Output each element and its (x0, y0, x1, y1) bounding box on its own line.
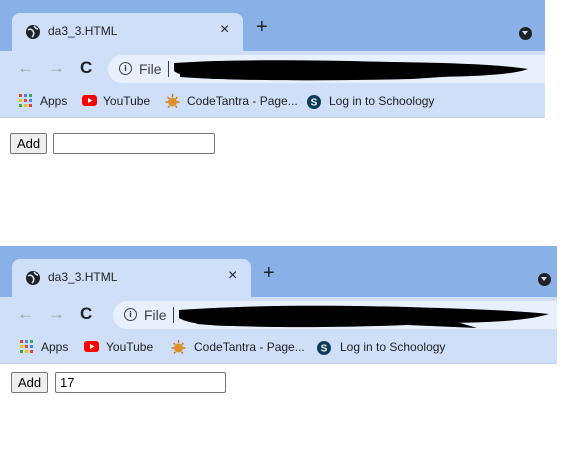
bookmark-label: Log in to Schoology (340, 340, 446, 354)
tab-search-icon[interactable] (519, 27, 532, 40)
bookmark-youtube[interactable]: YouTube (82, 94, 152, 110)
reload-icon[interactable]: C (80, 305, 92, 323)
bookmark-label: YouTube (106, 340, 154, 354)
bookmarks-bar: Apps YouTube CodeTantra - Page... S Log … (0, 87, 545, 118)
bookmark-label: Apps (41, 340, 69, 354)
bookmarks-bar: Apps YouTube CodeTantra - Page... S Log … (0, 333, 557, 364)
close-icon[interactable]: × (228, 267, 237, 285)
bookmark-apps[interactable]: Apps (19, 94, 71, 110)
screenshot-before: da3_3.HTML × + ← → C i File Apps YouTube… (0, 0, 545, 236)
info-icon[interactable]: i (124, 308, 137, 321)
close-icon[interactable]: × (220, 21, 229, 39)
svg-text:S: S (321, 344, 328, 355)
browser-toolbar: ← → C i File (0, 51, 545, 87)
add-button[interactable]: Add (10, 133, 48, 154)
address-bar[interactable]: i File (113, 301, 557, 329)
address-separator (173, 307, 174, 323)
schoology-icon: S (307, 94, 321, 112)
bookmark-codetantra[interactable]: CodeTantra - Page... (171, 340, 306, 356)
tab-strip: da3_3.HTML × + (0, 0, 545, 51)
info-icon[interactable]: i (119, 62, 132, 75)
bookmark-youtube[interactable]: YouTube (84, 340, 156, 356)
back-icon[interactable]: ← (17, 59, 34, 77)
bookmark-apps[interactable]: Apps (20, 340, 72, 356)
globe-icon (25, 24, 41, 45)
codetantra-icon (165, 94, 180, 112)
bookmark-schoology[interactable]: S Log in to Schoology (307, 94, 437, 110)
screenshot-after: da3_3.HTML × + ← → C i File Apps YouTube… (0, 246, 557, 474)
globe-icon (25, 270, 41, 291)
bookmark-label: YouTube (103, 94, 151, 108)
forward-icon[interactable]: → (48, 59, 65, 77)
tab-strip: da3_3.HTML × + (0, 246, 557, 297)
new-tab-button[interactable]: + (256, 17, 268, 37)
tab-search-icon[interactable] (538, 273, 551, 286)
address-bar[interactable]: i File (108, 55, 545, 83)
bookmark-label: Log in to Schoology (329, 94, 435, 108)
redaction-mark (179, 305, 549, 328)
number-input[interactable] (55, 372, 226, 393)
bookmark-label: Apps (40, 94, 68, 108)
bookmark-codetantra[interactable]: CodeTantra - Page... (165, 94, 298, 112)
apps-grid-icon (20, 340, 33, 356)
new-tab-button[interactable]: + (263, 263, 275, 283)
redaction-mark (174, 60, 528, 81)
svg-text:S: S (311, 98, 318, 109)
page-content: Add (0, 118, 545, 236)
bookmark-schoology[interactable]: S Log in to Schoology (317, 340, 452, 356)
back-icon[interactable]: ← (17, 305, 34, 323)
page-content: Add (0, 364, 557, 474)
apps-grid-icon (19, 94, 32, 110)
youtube-icon (84, 340, 99, 356)
forward-icon[interactable]: → (48, 305, 65, 323)
tab-title: da3_3.HTML (48, 24, 118, 38)
youtube-icon (82, 94, 97, 110)
browser-tab[interactable]: da3_3.HTML × (12, 13, 243, 51)
address-separator (168, 61, 169, 77)
add-button[interactable]: Add (11, 372, 49, 393)
browser-tab[interactable]: da3_3.HTML × (12, 259, 251, 297)
number-input[interactable] (53, 133, 215, 154)
address-scheme: File (139, 61, 162, 77)
schoology-icon: S (317, 340, 331, 358)
tab-title: da3_3.HTML (48, 270, 118, 284)
codetantra-icon (171, 340, 186, 358)
reload-icon[interactable]: C (80, 59, 92, 77)
bookmark-label: CodeTantra - Page... (187, 94, 298, 108)
bookmark-label: CodeTantra - Page... (194, 340, 305, 354)
browser-toolbar: ← → C i File (0, 297, 557, 333)
address-scheme: File (144, 307, 167, 323)
